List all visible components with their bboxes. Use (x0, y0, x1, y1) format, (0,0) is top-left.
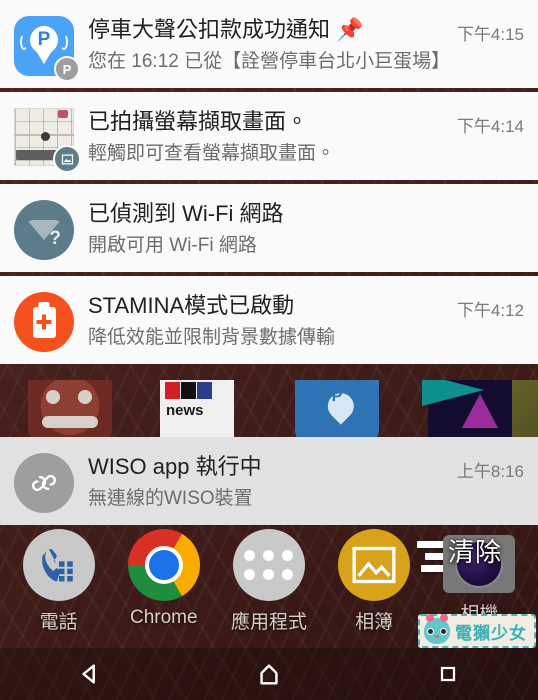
wiso-knot-icon (14, 453, 74, 513)
notification-wiso-app-running[interactable]: WISO app 執行中 無連線的WISO裝置 上午8:16 (0, 437, 538, 525)
notification-body: STAMINA模式已啟動 降低效能並限制背景數據傳輸 (88, 290, 447, 351)
home-pentagon-icon[interactable] (234, 652, 304, 696)
phone-icon (22, 529, 95, 601)
notification-icon-wrap: ? (14, 200, 74, 260)
photo-badge-icon (53, 145, 81, 173)
home-icon-face[interactable] (28, 380, 112, 438)
notification-stamina-mode[interactable]: STAMINA模式已啟動 降低效能並限制背景數據傳輸 下午4:12 (0, 276, 538, 364)
notification-body: 已拍攝螢幕擷取畫面。 輕觸即可查看螢幕擷取畫面。 (88, 106, 447, 167)
notification-title: 已偵測到 Wi-Fi 網路 (88, 201, 284, 226)
notification-icon-wrap (14, 453, 74, 513)
notification-title: 已拍攝螢幕擷取畫面。 (88, 109, 309, 134)
home-icon-olive[interactable] (512, 380, 538, 438)
notification-wifi-available[interactable]: ? 已偵測到 Wi-Fi 網路 開啟可用 Wi-Fi 網路 (0, 184, 538, 272)
npr-news-label: news (166, 402, 204, 419)
notification-text: 無連線的WISO裝置 (88, 488, 253, 509)
home-widget-npr-news[interactable]: news (160, 380, 234, 438)
notification-time: 下午4:12 (456, 301, 524, 320)
album-photo-icon (338, 529, 411, 601)
notification-title: STAMINA模式已啟動 (88, 293, 295, 318)
pushpin-icon: 📌 (336, 17, 364, 42)
notification-icon-wrap: P P (14, 16, 80, 82)
dock-item-chrome[interactable]: Chrome (116, 525, 212, 629)
back-triangle-icon[interactable] (55, 652, 125, 696)
notification-text: 輕觸即可查看螢幕擷取畫面。 (88, 143, 336, 164)
notification-title-row: STAMINA模式已啟動 (88, 292, 447, 320)
home-icon-parking[interactable]: P (295, 380, 379, 438)
notification-text: 降低效能並限制背景數據傳輸 (88, 327, 336, 348)
otter-mascot-icon (424, 614, 450, 644)
dock-label-apps: 應用程式 (230, 612, 307, 633)
apps-grid-icon (232, 529, 305, 601)
watermark-text: 電獺少女 (455, 623, 527, 643)
screenshot-thumbnail-icon (14, 108, 81, 173)
notification-text: 您在 16:12 已從【詮營停車台北小巨蛋場】離.. (88, 51, 447, 72)
dock-item-phone[interactable]: 電話 (11, 525, 107, 634)
notification-title: WISO app 執行中 (88, 454, 262, 479)
notification-title-row: 已拍攝螢幕擷取畫面。 (88, 108, 447, 136)
notification-body: 已偵測到 Wi-Fi 網路 開啟可用 Wi-Fi 網路 (88, 198, 514, 259)
wifi-question-icon: ? (14, 200, 74, 260)
notification-shade: P P 停車大聲公扣款成功通知 📌 您在 16:12 已從【詮營停車台北小巨蛋場… (0, 0, 538, 386)
notification-title-row: WISO app 執行中 (88, 453, 447, 481)
dock-label-chrome: Chrome (129, 607, 198, 628)
notification-parking-payment[interactable]: P P 停車大聲公扣款成功通知 📌 您在 16:12 已從【詮營停車台北小巨蛋場… (0, 0, 538, 88)
android-navigation-bar (0, 648, 538, 700)
home-screen-icon-strip: news P (0, 380, 538, 438)
parking-badge-icon: P (54, 56, 80, 82)
notification-title-row: 停車大聲公扣款成功通知 📌 (88, 16, 447, 44)
notification-screenshot-captured[interactable]: 已拍攝螢幕擷取畫面。 輕觸即可查看螢幕擷取畫面。 下午4:14 (0, 92, 538, 180)
dock-label-phone: 電話 (39, 612, 78, 633)
notification-time: 上午8:16 (456, 462, 524, 481)
battery-plus-icon (14, 292, 74, 352)
notification-text: 開啟可用 Wi-Fi 網路 (88, 235, 257, 256)
dock-label-album: 相簿 (355, 612, 394, 633)
notification-time: 下午4:15 (456, 25, 524, 44)
chrome-icon (127, 529, 200, 601)
notification-title: 停車大聲公扣款成功通知 (88, 17, 331, 42)
recents-square-icon[interactable] (413, 652, 483, 696)
notification-icon-wrap (14, 108, 81, 173)
notification-icon-wrap (14, 292, 74, 352)
site-watermark: 電獺少女 (418, 614, 536, 648)
notification-title-row: 已偵測到 Wi-Fi 網路 (88, 200, 514, 228)
notification-time: 下午4:14 (456, 117, 524, 136)
parking-pin-icon: P P (14, 16, 80, 82)
notification-body: WISO app 執行中 無連線的WISO裝置 (88, 451, 447, 512)
clear-all-notifications-button[interactable]: 清除 (448, 532, 502, 569)
home-icon-abstract[interactable] (422, 380, 514, 438)
dock-item-apps[interactable]: 應用程式 (221, 525, 317, 634)
dock-item-album[interactable]: 相簿 (326, 525, 422, 634)
notification-body: 停車大聲公扣款成功通知 📌 您在 16:12 已從【詮營停車台北小巨蛋場】離.. (88, 14, 447, 75)
